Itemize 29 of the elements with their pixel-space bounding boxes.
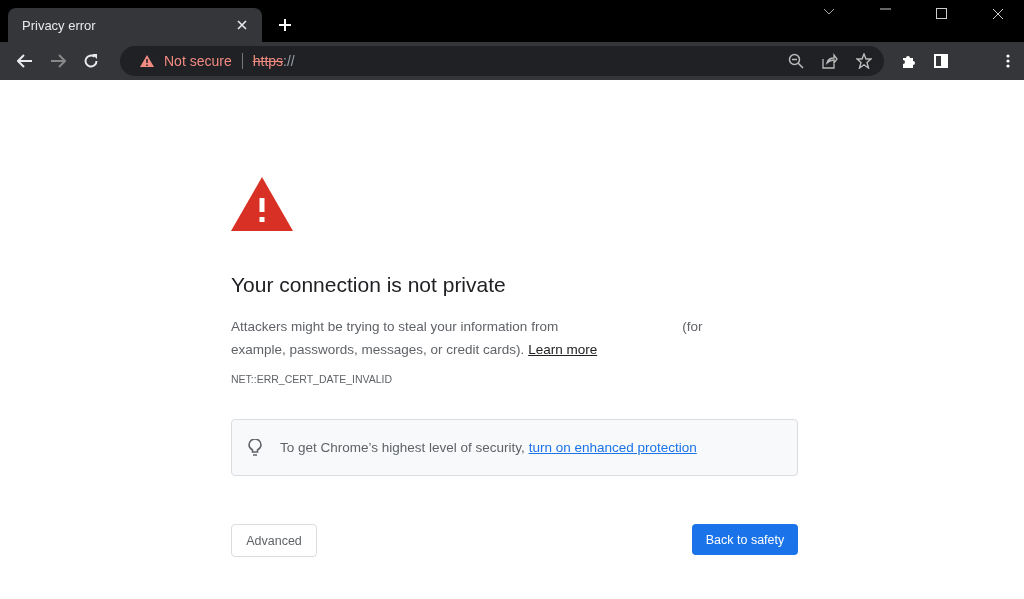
reload-icon[interactable]: [83, 53, 99, 69]
advanced-button[interactable]: Advanced: [231, 524, 317, 557]
maximize-icon[interactable]: [936, 8, 947, 19]
zoom-out-icon[interactable]: [788, 53, 804, 69]
address-bar[interactable]: Not secure https://: [120, 46, 884, 76]
forward-icon[interactable]: [50, 54, 66, 68]
star-icon[interactable]: [856, 53, 872, 69]
share-icon[interactable]: [822, 53, 838, 69]
chevron-down-icon[interactable]: [823, 8, 835, 16]
puzzle-icon[interactable]: [901, 53, 917, 69]
back-icon[interactable]: [17, 54, 33, 68]
close-icon[interactable]: [236, 19, 248, 31]
back-to-safety-button[interactable]: Back to safety: [692, 524, 798, 555]
security-label[interactable]: Not secure: [164, 53, 232, 69]
close-icon[interactable]: [992, 8, 1004, 20]
page-heading: Your connection is not private: [231, 273, 507, 297]
new-tab-icon[interactable]: [278, 18, 292, 32]
enhanced-protection-link[interactable]: turn on enhanced protection: [528, 440, 697, 455]
lightbulb-icon: [248, 438, 262, 457]
tip-text: To get Chrome’s highest level of security, turn on enhanced protection: [280, 440, 697, 455]
learn-more-link[interactable]: Learn more: [528, 342, 598, 357]
url-text[interactable]: https://: [252, 53, 295, 69]
warning-icon: [140, 55, 154, 67]
warning-icon: [231, 177, 293, 231]
error-code: NET::ERR_CERT_DATE_INVALID: [231, 373, 394, 385]
side-panel-icon[interactable]: [934, 54, 948, 68]
menu-icon[interactable]: [1006, 54, 1010, 68]
browser-tab[interactable]: Privacy error: [8, 8, 262, 42]
error-description: Attackers might be trying to steal your information from (for example, passwords, messages, or credit cards). Learn more: [231, 318, 704, 359]
